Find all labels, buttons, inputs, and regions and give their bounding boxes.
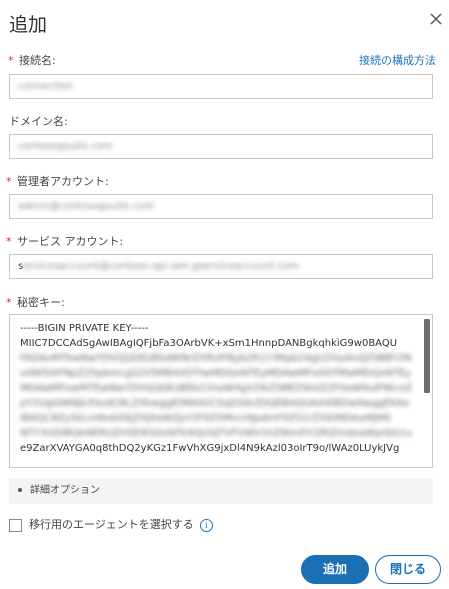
private-key-textarea[interactable]: -----BIGIN PRIVATE KEY----- MIIC7DCCAdSgA… xyxy=(9,314,433,468)
config-help-link[interactable]: 接続の構成方法 xyxy=(359,52,436,68)
add-connection-dialog: 追加 * 接続名: 接続の構成方法 connection ドメイン名: cont… xyxy=(0,0,449,589)
close-icon[interactable] xyxy=(427,10,445,28)
private-key-line: NTY3ODlBQkNERUZHSElKS0xNTk9QUVJTVFVWV1hZ… xyxy=(20,428,413,439)
admin-account-input[interactable]: admin@contosogsuite.com xyxy=(9,194,433,219)
private-key-line: FADAxMTkwNwYDVQQDEzBSdWNrZXRzIFByb2R1Y3R… xyxy=(20,353,412,364)
migration-agent-label[interactable]: 移行用のエージェントを選択する xyxy=(29,518,194,531)
advanced-options-toggle[interactable]: 詳細オプション xyxy=(9,478,433,504)
domain-name-value: contosogsuite.com xyxy=(18,141,113,152)
service-account-value: ervicesaccount@contoso-api.iam.gservicea… xyxy=(23,261,299,272)
info-icon[interactable]: i xyxy=(199,518,213,532)
private-key-line: pY2UgQWNjb3VudCBLZXkwggEiMA0GCSqGSIb3DQE… xyxy=(20,398,410,409)
required-mark: * xyxy=(6,235,12,248)
service-account-input[interactable]: servicesaccount@contoso-api.iam.gservice… xyxy=(9,254,433,279)
required-mark: * xyxy=(6,296,12,309)
private-key-content: -----BIGIN PRIVATE KEY----- MIIC7DCCAdSgA… xyxy=(20,321,416,456)
migration-agent-checkbox[interactable] xyxy=(9,518,22,532)
advanced-options-label: 詳細オプション xyxy=(30,485,100,496)
connection-name-input[interactable]: connection xyxy=(9,74,433,99)
private-key-line: -----BIGIN PRIVATE KEY----- xyxy=(20,323,149,334)
private-key-line: IBAQC8Zy5kLmNvbS9jZXJ0aWZpY2F0ZXMvcHJpdm… xyxy=(20,413,392,424)
scrollbar[interactable] xyxy=(424,319,430,463)
private-key-label: * 秘密キー: xyxy=(6,296,65,309)
private-key-line: e9ZarXVAYGA0q8thDQ2yKGz1FwVhXG9jxDl4N9kA… xyxy=(20,443,400,454)
scrollbar-thumb[interactable] xyxy=(424,319,430,393)
domain-name-input[interactable]: contosogsuite.com xyxy=(9,134,433,159)
private-key-line: MIIC7DCCAdSgAwIBAgIQFjbFa3OArbVK+xSm1Hnn… xyxy=(20,338,398,349)
admin-account-value: admin@contosogsuite.com xyxy=(18,201,154,212)
required-mark: * xyxy=(8,54,14,67)
private-key-line: MDAwMFowMTEwNwYDVQQDEzBEb21haW4gV2lkZSBE… xyxy=(20,383,413,394)
add-button[interactable]: 追加 xyxy=(301,555,369,584)
domain-name-label: ドメイン名: xyxy=(9,115,68,128)
close-button[interactable]: 閉じる xyxy=(375,555,441,584)
migration-agent-row: 移行用のエージェントを選択する i xyxy=(9,516,213,532)
dialog-title: 追加 xyxy=(9,14,48,36)
connection-name-label: * 接続名: xyxy=(8,54,56,67)
private-key-line: vdW50IFNpZ25pbmcgS2V5MB4XDTIwMDQxNTEyMDA… xyxy=(20,368,412,379)
required-mark: * xyxy=(6,175,12,188)
connection-name-value: connection xyxy=(18,81,74,92)
service-account-label: * サービス アカウント: xyxy=(6,235,124,248)
bullet-icon xyxy=(18,488,22,492)
admin-account-label: * 管理者アカウント: xyxy=(6,175,109,188)
